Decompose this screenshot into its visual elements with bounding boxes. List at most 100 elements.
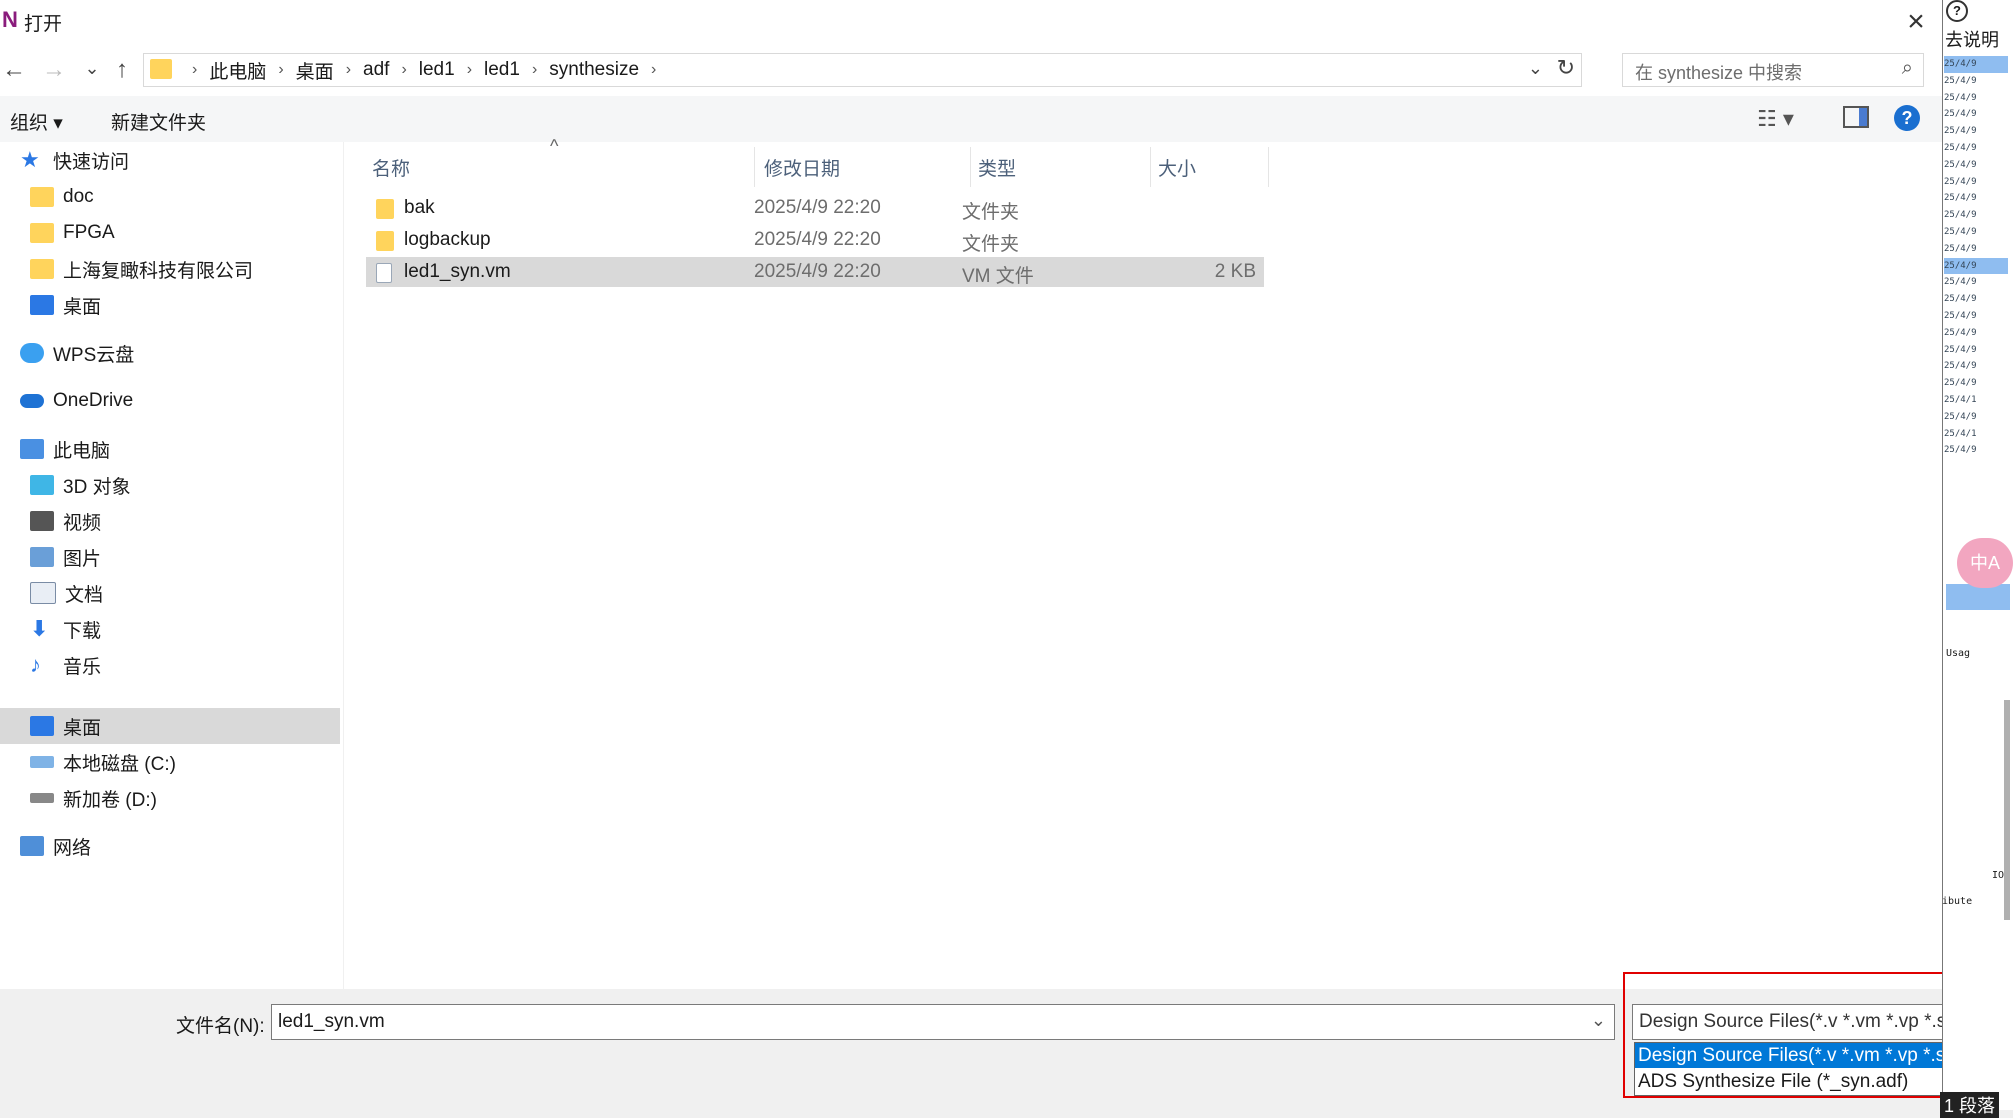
breadcrumb-separator[interactable]: › [278, 61, 283, 79]
filename-value: led1_syn.vm [278, 1011, 385, 1032]
star-icon: ★ [20, 147, 40, 172]
background-date-cell: 25/4/1 [1944, 428, 1977, 439]
address-bar[interactable]: › 此电脑 › 桌面 › adf › led1 › led1 › synthes… [143, 53, 1582, 87]
breadcrumb-item[interactable]: synthesize [549, 59, 639, 81]
back-arrow-icon[interactable]: ← [0, 56, 28, 84]
background-date-cell: 25/4/9 [1944, 257, 2008, 275]
document-icon [376, 263, 392, 283]
background-date-cell: 25/4/9 [1944, 327, 1977, 338]
background-date-cell: 25/4/9 [1944, 92, 1977, 103]
sidebar-item-3d-objects[interactable]: 3D 对象 [30, 468, 131, 502]
background-io-label: IO [1992, 870, 2005, 881]
sidebar-item-drive-c[interactable]: 本地磁盘 (C:) [30, 745, 176, 779]
forward-arrow-icon[interactable]: → [40, 56, 68, 84]
column-header-date[interactable]: 修改日期 [764, 154, 840, 188]
sidebar-item-fpga[interactable]: FPGA [30, 216, 115, 250]
sidebar-item-network[interactable]: 网络 [20, 829, 91, 863]
breadcrumb-separator[interactable]: › [532, 61, 537, 79]
file-row-bak[interactable]: bak 2025/4/9 22:20 文件夹 [366, 193, 1264, 223]
sidebar-item-doc[interactable]: doc [30, 180, 94, 214]
column-header-name[interactable]: 名称 [372, 154, 410, 188]
breadcrumb-separator[interactable]: › [346, 61, 351, 79]
sidebar-item-label: 桌面 [63, 717, 102, 739]
view-options-icon[interactable]: ☷ ▾ [1757, 106, 1794, 132]
column-header-type[interactable]: 类型 [978, 154, 1016, 188]
translate-button[interactable]: 中A [1957, 538, 2013, 588]
file-list: ^ 名称 修改日期 类型 大小 bak 2025/4/9 22:20 文件夹 l… [344, 136, 1942, 989]
column-divider[interactable] [1268, 147, 1269, 187]
background-date-cell: 25/4/9 [1944, 294, 1977, 305]
onedrive-icon [20, 394, 44, 408]
up-arrow-icon[interactable]: ↑ [108, 56, 136, 84]
sidebar-item-documents[interactable]: 文档 [30, 576, 103, 610]
sidebar-item-label: 上海复瞰科技有限公司 [63, 260, 254, 282]
file-name: bak [404, 197, 435, 218]
filename-label: 文件名(N): [176, 1016, 265, 1037]
background-scrollbar[interactable] [2004, 700, 2010, 920]
disk-icon [30, 793, 54, 803]
chevron-down-icon[interactable]: ⌄ [1591, 1010, 1606, 1031]
background-date-cell: 25/4/1 [1944, 394, 1977, 405]
sidebar-item-label: 音乐 [63, 656, 102, 678]
sidebar-item-label: OneDrive [53, 390, 134, 411]
sidebar-item-wps-cloud[interactable]: WPS云盘 [20, 336, 134, 370]
sidebar-item-desktop-quick[interactable]: 桌面 [30, 288, 101, 322]
breadcrumb-item[interactable]: 桌面 [296, 57, 334, 84]
close-button[interactable]: × [1890, 4, 1942, 40]
folder-icon [30, 187, 54, 207]
background-date-cell: 25/4/9 [1944, 193, 1977, 204]
file-type: 文件夹 [962, 202, 1020, 223]
breadcrumb-item[interactable]: 此电脑 [209, 57, 266, 84]
sidebar-item-music[interactable]: ♪ 音乐 [30, 648, 101, 682]
sidebar-item-quick-access[interactable]: ★ 快速访问 [20, 143, 129, 177]
sidebar-item-company-folder[interactable]: 上海复瞰科技有限公司 [30, 252, 253, 286]
help-circle-icon[interactable]: ? [1946, 0, 1968, 22]
background-date-cell: 25/4/9 [1944, 75, 1977, 86]
search-input[interactable]: 在 synthesize 中搜索 ⌕ [1622, 53, 1924, 87]
sidebar-item-downloads[interactable]: ⬇ 下载 [30, 612, 101, 646]
new-folder-button[interactable]: 新建文件夹 [111, 108, 206, 135]
column-divider[interactable] [970, 147, 971, 187]
desktop-icon [30, 295, 54, 315]
sidebar-item-this-pc[interactable]: 此电脑 [20, 432, 110, 466]
sidebar-item-drive-d[interactable]: 新加卷 (D:) [30, 781, 157, 815]
sidebar-item-label: 下载 [63, 620, 102, 642]
breadcrumb-separator: › [192, 61, 198, 78]
breadcrumb-separator[interactable]: › [467, 61, 472, 79]
breadcrumb-item[interactable]: led1 [484, 59, 520, 81]
file-size: 2 KB [1214, 261, 1256, 282]
sidebar-item-label: FPGA [63, 222, 115, 243]
sidebar-item-label: 视频 [63, 512, 102, 534]
background-selected-row [1946, 584, 2010, 610]
background-date-cell: 25/4/9 [1944, 243, 1977, 254]
search-icon[interactable]: ⌕ [1902, 57, 1913, 80]
file-row-logbackup[interactable]: logbackup 2025/4/9 22:20 文件夹 [366, 225, 1264, 255]
breadcrumb-item[interactable]: led1 [419, 59, 455, 81]
organize-button[interactable]: 组织 ▾ [10, 108, 63, 135]
column-header-size[interactable]: 大小 [1158, 154, 1196, 188]
address-dropdown-chevron-icon[interactable]: ⌄ [1528, 58, 1543, 79]
column-divider[interactable] [1150, 147, 1151, 187]
sidebar-item-onedrive[interactable]: OneDrive [20, 384, 133, 418]
filename-field[interactable]: led1_syn.vm ⌄ [271, 1004, 1615, 1040]
refresh-icon[interactable]: ↻ [1557, 55, 1575, 81]
folder-icon [30, 259, 54, 279]
breadcrumb-item[interactable]: adf [363, 59, 389, 81]
breadcrumb-separator[interactable]: › [651, 61, 656, 79]
sidebar-item-label: 新加卷 (D:) [63, 789, 157, 811]
sidebar-item-desktop[interactable]: 桌面 [0, 708, 340, 744]
sidebar-item-videos[interactable]: 视频 [30, 504, 101, 538]
breadcrumb-separator[interactable]: › [401, 61, 406, 79]
file-row-led1-syn-vm[interactable]: led1_syn.vm 2025/4/9 22:20 VM 文件 2 KB [366, 257, 1264, 287]
video-icon [30, 511, 54, 531]
file-name: logbackup [404, 229, 491, 250]
help-icon[interactable]: ? [1894, 105, 1920, 131]
column-divider[interactable] [754, 147, 755, 187]
background-date-column: 25/4/9 25/4/9 25/4/9 25/4/9 25/4/9 25/4/9 25/4… [1944, 56, 2008, 459]
file-type: VM 文件 [962, 266, 1034, 287]
sidebar-item-pictures[interactable]: 图片 [30, 540, 101, 574]
recent-locations-chevron-icon[interactable]: ⌄ [78, 58, 106, 79]
preview-pane-icon[interactable] [1843, 106, 1869, 128]
sidebar-item-label: 本地磁盘 (C:) [63, 753, 176, 775]
title-bar: N 打开 × [0, 0, 1942, 42]
